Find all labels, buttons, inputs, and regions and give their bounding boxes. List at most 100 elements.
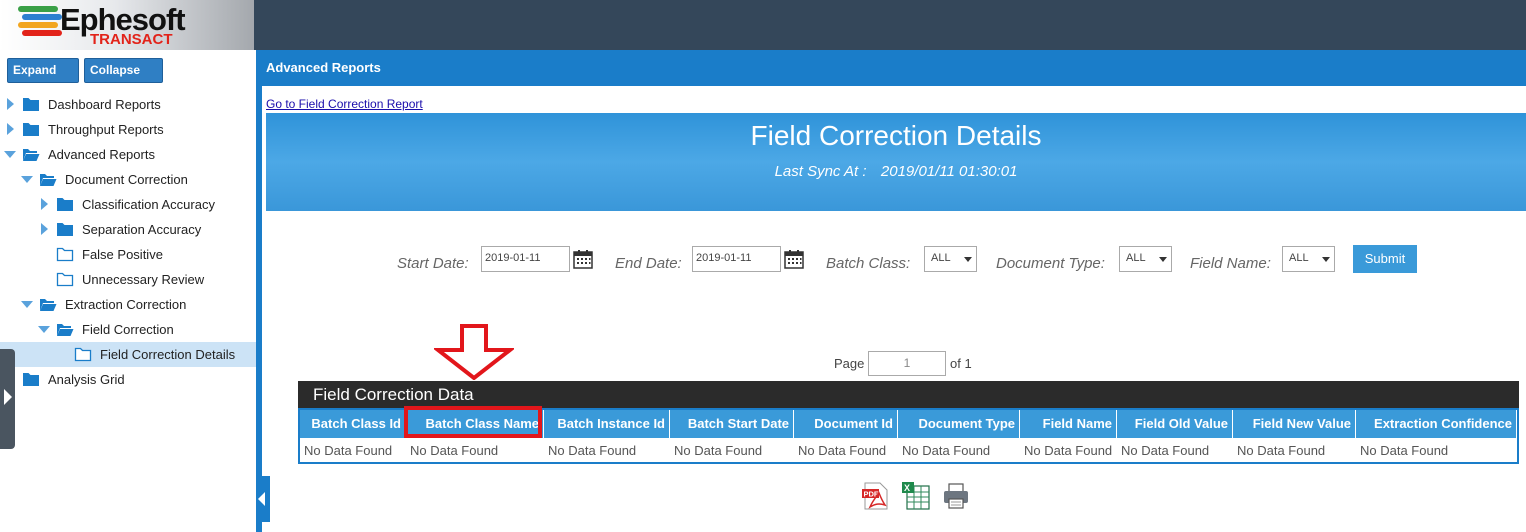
sidebar-item-field-correction-details[interactable]: Field Correction Details	[0, 342, 256, 367]
batch-class-value: ALL	[931, 252, 951, 264]
table-cell: No Data Found	[1360, 443, 1449, 458]
chevron-right-icon[interactable]	[7, 123, 14, 135]
last-sync: Last Sync At : 2019/01/11 01:30:01	[266, 163, 1526, 180]
sidebar-item-separation-accuracy[interactable]: Separation Accuracy	[0, 217, 256, 242]
sidebar-item-analysis-grid[interactable]: Analysis Grid	[0, 367, 256, 392]
page-title: Field Correction Details	[750, 120, 1042, 151]
side-panel-tab[interactable]	[0, 349, 15, 449]
table-cell: No Data Found	[902, 443, 991, 458]
folder-icon	[23, 373, 39, 386]
table-cell: No Data Found	[798, 443, 887, 458]
sidebar-item-dashboard-reports[interactable]: Dashboard Reports	[0, 92, 256, 117]
print-icon[interactable]	[942, 482, 970, 510]
expand-all-button[interactable]: Expand All	[7, 58, 79, 100]
field-name-label: Field Name:	[1190, 255, 1271, 272]
sidebar-item-label: Dashboard Reports	[48, 97, 161, 112]
collapse-sidebar-tab[interactable]	[256, 476, 270, 522]
pdf-icon[interactable]: PDF	[861, 482, 889, 510]
table-cell: No Data Found	[1121, 443, 1210, 458]
chevron-down-icon[interactable]	[38, 326, 50, 333]
sidebar-item-throughput-reports[interactable]: Throughput Reports	[0, 117, 256, 142]
chevron-down-icon[interactable]	[21, 301, 33, 308]
chevron-right-icon[interactable]	[41, 223, 48, 235]
logo-stripes-icon	[18, 6, 62, 42]
sidebar-item-unnecessary-review[interactable]: Unnecessary Review	[0, 267, 256, 292]
annotation-down-arrow-icon	[434, 324, 514, 380]
document-type-value: ALL	[1126, 252, 1146, 264]
end-date-input[interactable]: 2019-01-11	[692, 246, 781, 272]
folder-icon	[74, 347, 92, 362]
sidebar-item-label: Throughput Reports	[48, 122, 164, 137]
sidebar-item-false-positive[interactable]: False Positive	[0, 242, 256, 267]
expand-arrow-icon	[4, 389, 12, 405]
sidebar-item-document-correction[interactable]: Document Correction	[0, 167, 256, 192]
batch-class-select[interactable]: ALL	[924, 246, 977, 272]
page-total: of 1	[950, 356, 972, 371]
document-type-label: Document Type:	[996, 255, 1105, 272]
chevron-right-icon[interactable]	[7, 98, 14, 110]
sidebar-item-extraction-correction[interactable]: Extraction Correction	[0, 292, 256, 317]
sidebar-item-label: Field Correction	[82, 322, 174, 337]
end-date-label: End Date:	[615, 255, 682, 272]
collapse-arrow-icon	[258, 492, 265, 506]
folder-icon	[57, 198, 73, 211]
batch-class-label: Batch Class:	[826, 255, 911, 272]
sidebar-item-label: Classification Accuracy	[82, 197, 215, 212]
sync-value: 2019/01/11 01:30:01	[880, 163, 1018, 180]
field-name-value: ALL	[1289, 252, 1309, 264]
sidebar-item-advanced-reports[interactable]: Advanced Reports	[0, 142, 256, 167]
chevron-down-icon	[1159, 257, 1167, 262]
sidebar-item-label: Separation Accuracy	[82, 222, 202, 237]
column-header-document-id[interactable]: Document Id	[794, 410, 898, 438]
main-header: Advanced Reports	[262, 50, 1526, 86]
page-number-input[interactable]: 1	[868, 351, 946, 376]
column-header-field-name[interactable]: Field Name	[1020, 410, 1117, 438]
folder-icon	[56, 247, 74, 262]
column-header-field-old-value[interactable]: Field Old Value	[1117, 410, 1233, 438]
folder-icon	[56, 272, 74, 287]
chevron-down-icon[interactable]	[4, 151, 16, 158]
table-cell: No Data Found	[1024, 443, 1113, 458]
sidebar-divider	[256, 50, 262, 532]
calendar-icon[interactable]	[573, 249, 593, 269]
folder-icon	[57, 223, 73, 236]
annotation-highlight-box	[404, 406, 542, 438]
column-header-batch-instance-id[interactable]: Batch Instance Id	[544, 410, 670, 438]
sidebar-item-label: Extraction Correction	[65, 297, 187, 312]
collapse-all-button[interactable]: Collapse All	[84, 58, 163, 100]
column-header-extraction-confidence[interactable]: Extraction Confidence	[1356, 410, 1517, 438]
sidebar-item-label: Analysis Grid	[48, 372, 125, 387]
sidebar-item-label: Advanced Reports	[48, 147, 155, 162]
sidebar-item-label: Document Correction	[65, 172, 188, 187]
chevron-right-icon[interactable]	[41, 198, 48, 210]
svg-text:X: X	[904, 483, 910, 493]
start-date-label: Start Date:	[397, 255, 469, 272]
excel-icon[interactable]: X	[902, 482, 930, 510]
folder-open-icon	[40, 299, 57, 311]
chevron-down-icon[interactable]	[21, 176, 33, 183]
goto-field-correction-link[interactable]: Go to Field Correction Report	[266, 97, 423, 111]
table-cell: No Data Found	[674, 443, 763, 458]
folder-open-icon	[57, 324, 74, 336]
table-cell: No Data Found	[304, 443, 393, 458]
sidebar-item-classification-accuracy[interactable]: Classification Accuracy	[0, 192, 256, 217]
grid-title: Field Correction Data	[298, 381, 1519, 408]
sidebar-item-label: False Positive	[82, 247, 163, 262]
column-header-document-type[interactable]: Document Type	[898, 410, 1020, 438]
logo-subtitle: TRANSACT	[90, 31, 173, 48]
table-cell: No Data Found	[1237, 443, 1326, 458]
submit-button[interactable]: Submit	[1353, 245, 1417, 273]
sidebar-item-field-correction[interactable]: Field Correction	[0, 317, 256, 342]
chevron-down-icon	[1322, 257, 1330, 262]
field-name-select[interactable]: ALL	[1282, 246, 1335, 272]
folder-open-icon	[23, 149, 40, 161]
document-type-select[interactable]: ALL	[1119, 246, 1172, 272]
table-cell: No Data Found	[410, 443, 499, 458]
start-date-input[interactable]: 2019-01-11	[481, 246, 570, 272]
table-cell: No Data Found	[548, 443, 637, 458]
column-header-field-new-value[interactable]: Field New Value	[1233, 410, 1356, 438]
column-header-batch-class-id[interactable]: Batch Class Id	[300, 410, 406, 438]
column-header-batch-start-date[interactable]: Batch Start Date	[670, 410, 794, 438]
calendar-icon[interactable]	[784, 249, 804, 269]
page-label: Page	[834, 356, 865, 371]
